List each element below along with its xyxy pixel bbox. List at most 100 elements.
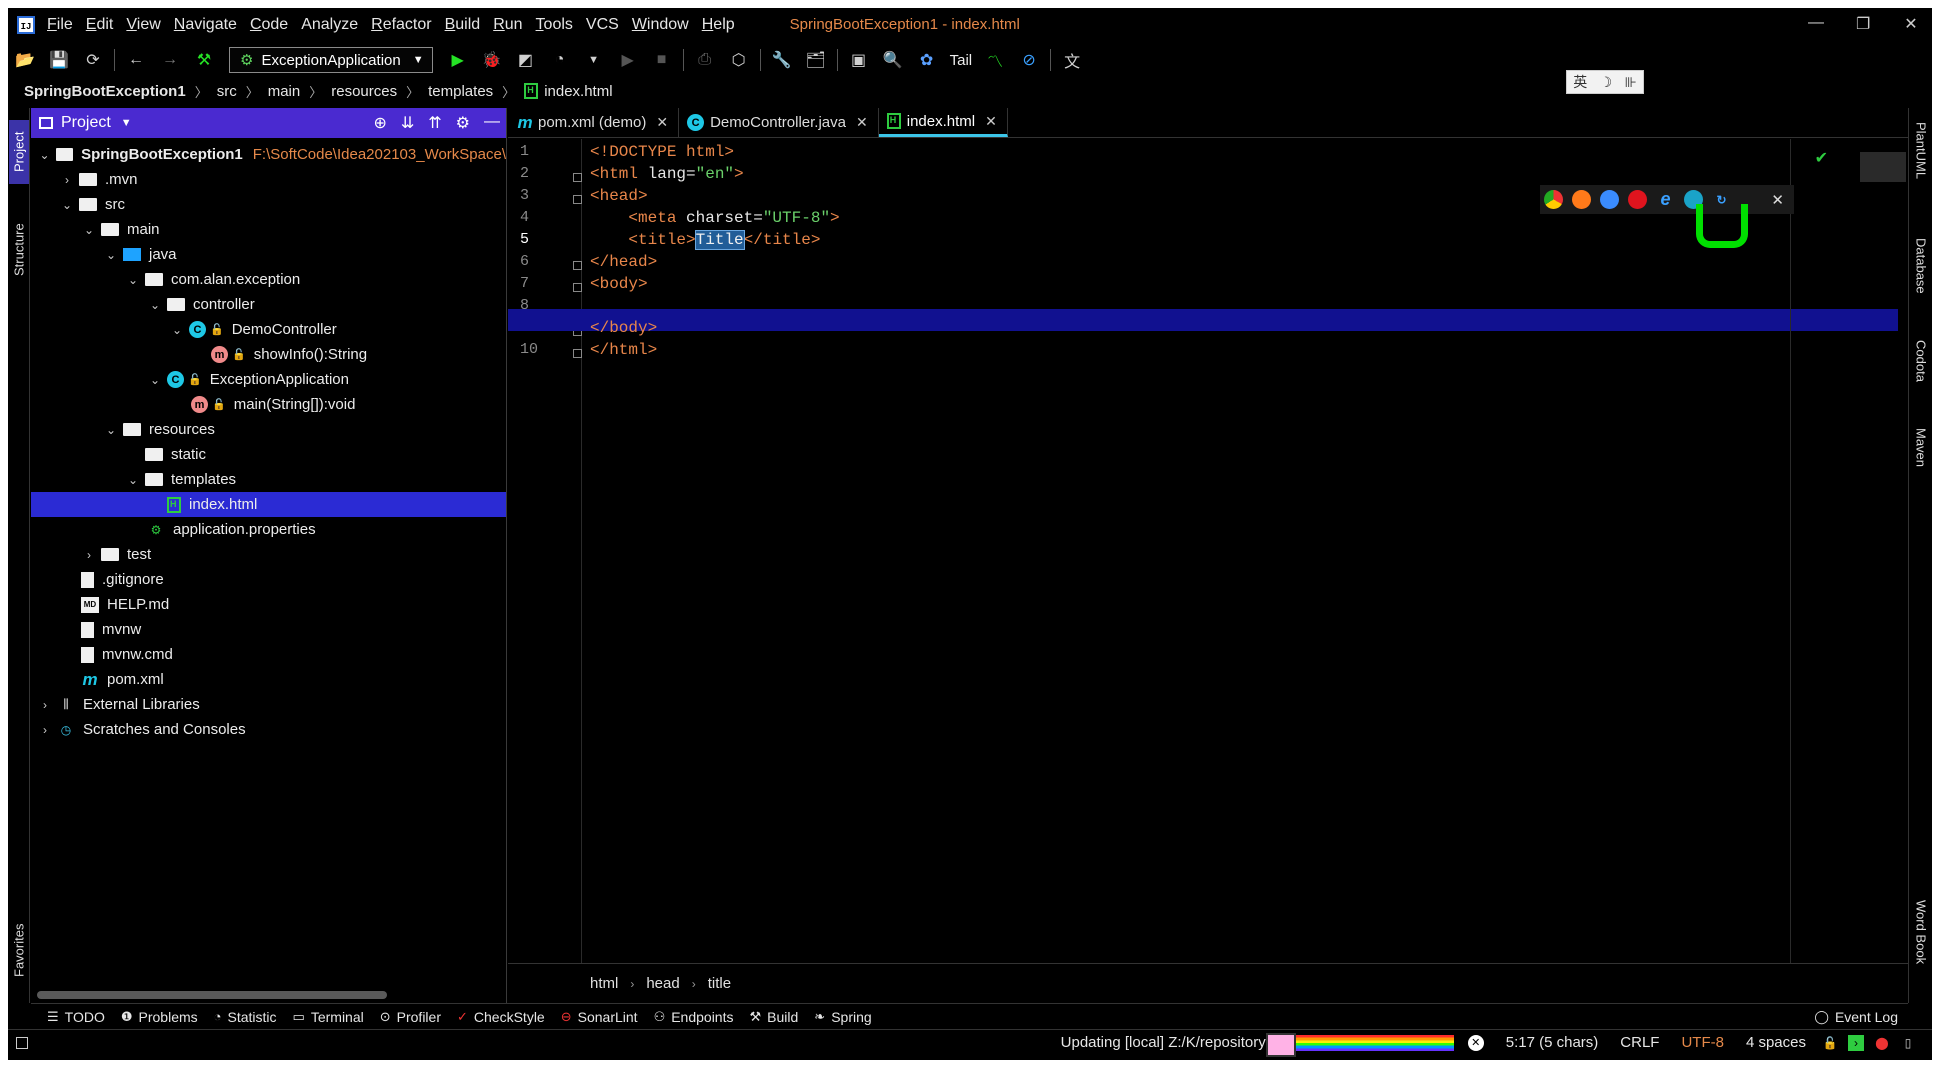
chevron-down-icon[interactable]: ⌄ <box>59 198 75 212</box>
back-arrow-icon[interactable]: ← <box>125 49 147 71</box>
tree-node-democontroller[interactable]: ⌄ C 🔓 DemoController <box>31 317 506 342</box>
menu-file[interactable]: File <box>47 16 73 34</box>
hide-panel-icon[interactable]: — <box>484 113 500 133</box>
tree-node-root[interactable]: ⌄ SpringBootException1 F:\SoftCode\Idea2… <box>31 142 506 167</box>
nav-crumb-resources[interactable]: resources <box>331 83 397 100</box>
nav-crumb-templates[interactable]: templates <box>428 83 493 100</box>
lock-icon[interactable]: 🔓 <box>1822 1035 1838 1051</box>
tree-node-gitignore[interactable]: .gitignore <box>31 567 506 592</box>
chevron-right-icon[interactable]: › <box>59 173 75 187</box>
tree-node-help-md[interactable]: MD HELP.md <box>31 592 506 617</box>
todo-tool-button[interactable]: ☰ TODO <box>47 1009 105 1025</box>
tree-node-mvnw-cmd[interactable]: mvnw.cmd <box>31 642 506 667</box>
search-icon[interactable]: 🔍 <box>882 49 904 71</box>
project-tool-tab[interactable]: Project <box>9 120 29 184</box>
checkstyle-tool-button[interactable]: ✓ CheckStyle <box>457 1009 545 1025</box>
project-view-selector[interactable]: Project <box>61 114 111 132</box>
problems-tool-button[interactable]: ❶ Problems <box>121 1009 198 1025</box>
menu-navigate[interactable]: Navigate <box>174 16 237 34</box>
code-editor[interactable]: <!DOCTYPE html> <html lang="en"> <head> … <box>590 139 1900 963</box>
tree-node-java[interactable]: ⌄ java <box>31 242 506 267</box>
statistic-tool-button[interactable]: ◔ Statistic <box>214 1009 277 1025</box>
menu-tools[interactable]: Tools <box>536 16 573 34</box>
plantuml-tool-tab[interactable]: PlantUML <box>1911 122 1931 208</box>
chevron-right-icon[interactable]: › <box>37 698 53 712</box>
sonarlint-tool-button[interactable]: ⊖ SonarLint <box>561 1009 638 1025</box>
locate-file-icon[interactable]: ⊕ <box>373 113 386 133</box>
panel-settings-gear-icon[interactable]: ⚙ <box>456 113 470 133</box>
tree-node-package[interactable]: ⌄ com.alan.exception <box>31 267 506 292</box>
minimize-icon[interactable]: — <box>1808 14 1824 34</box>
nav-crumb-project[interactable]: SpringBootException1 <box>24 83 186 100</box>
terminal-window-icon[interactable]: ▣ <box>848 49 870 71</box>
chevron-down-icon[interactable]: ⌄ <box>125 473 141 487</box>
event-log-button[interactable]: ◯ Event Log <box>1814 1009 1898 1025</box>
attach-debugger-icon[interactable]: ⎙ <box>694 49 716 71</box>
line-separator-selector[interactable]: CRLF <box>1620 1034 1659 1051</box>
chevron-down-icon[interactable]: ⌄ <box>103 423 119 437</box>
tree-node-showinfo[interactable]: m 🔓 showInfo():String <box>31 342 506 367</box>
firefox-icon[interactable] <box>1572 190 1591 209</box>
tree-node-exceptionapplication[interactable]: ⌄ C 🔓 ExceptionApplication <box>31 367 506 392</box>
chevron-down-icon[interactable]: ⌄ <box>37 148 52 162</box>
caret-position[interactable]: 5:17 (5 chars) <box>1506 1034 1599 1051</box>
chevron-down-icon[interactable]: ⌄ <box>147 298 163 312</box>
nav-crumb-main[interactable]: main <box>268 83 301 100</box>
terminal-plugin-icon[interactable]: › <box>1848 1034 1864 1051</box>
wordbook-tool-tab[interactable]: Word Book <box>1911 900 1931 990</box>
stop-icon[interactable]: ■ <box>651 49 673 71</box>
nav-crumb-src[interactable]: src <box>217 83 237 100</box>
chevron-down-icon[interactable]: ⌄ <box>147 373 163 387</box>
chevron-down-icon[interactable]: ▼ <box>121 117 132 129</box>
open-folder-icon[interactable]: 📂 <box>14 49 36 71</box>
no-problems-check-icon[interactable]: ✔ <box>1815 148 1828 168</box>
tree-node-application-properties[interactable]: ⚙ application.properties <box>31 517 506 542</box>
editor-crumb-html[interactable]: html <box>590 975 618 992</box>
chevron-down-icon[interactable]: ⌄ <box>169 323 185 337</box>
debug-icon[interactable]: 🐞 <box>481 49 503 71</box>
editor-crumb-head[interactable]: head <box>646 975 679 992</box>
close-tab-icon[interactable]: ✕ <box>985 113 997 130</box>
chevron-down-icon[interactable]: ⌄ <box>103 248 119 262</box>
close-tab-icon[interactable]: ✕ <box>856 114 868 131</box>
translate-icon[interactable]: 文 <box>1061 49 1083 71</box>
menu-window[interactable]: Window <box>632 16 689 34</box>
endpoints-tool-button[interactable]: ⚇ Endpoints <box>654 1009 734 1025</box>
menu-view[interactable]: View <box>126 16 160 34</box>
collapse-all-icon[interactable]: ⇈ <box>428 113 441 133</box>
editor-crumb-title[interactable]: title <box>708 975 731 992</box>
tree-node-templates[interactable]: ⌄ templates <box>31 467 506 492</box>
menu-build[interactable]: Build <box>445 16 481 34</box>
restore-icon[interactable]: ❐ <box>1856 14 1870 34</box>
power-save-icon[interactable]: ⊘ <box>1018 49 1040 71</box>
error-icon[interactable]: ⬤ <box>1874 1035 1890 1051</box>
project-structure-icon[interactable]: ⬡ <box>728 49 750 71</box>
fold-marker-icon[interactable] <box>573 195 582 204</box>
internet-explorer-icon[interactable]: e <box>1656 189 1675 209</box>
menu-vcs[interactable]: VCS <box>586 16 619 34</box>
menu-analyze[interactable]: Analyze <box>301 16 358 34</box>
fold-marker-icon[interactable] <box>573 283 582 292</box>
tree-node-pom[interactable]: m pom.xml <box>31 667 506 692</box>
notifications-icon[interactable]: ▯ <box>1900 1035 1916 1051</box>
close-tab-icon[interactable]: ✕ <box>656 114 668 131</box>
tab-index-html[interactable]: index.html ✕ <box>878 108 1008 137</box>
resume-icon[interactable]: ▶ <box>617 49 639 71</box>
chevron-right-icon[interactable]: › <box>81 548 97 562</box>
tree-node-external-libraries[interactable]: › ⫼ External Libraries <box>31 692 506 717</box>
toggle-tool-windows-icon[interactable] <box>16 1036 28 1049</box>
project-structure-folder-icon[interactable]: 🗂 <box>805 49 827 71</box>
chevron-down-icon[interactable]: ⌄ <box>125 273 141 287</box>
coverage-icon[interactable]: ◩ <box>515 49 537 71</box>
expand-all-icon[interactable]: ⇊ <box>401 113 414 133</box>
spring-tool-button[interactable]: ❧ Spring <box>814 1009 871 1025</box>
file-encoding-selector[interactable]: UTF-8 <box>1681 1034 1724 1051</box>
tree-node-main[interactable]: ⌄ main <box>31 217 506 242</box>
tree-node-mvn[interactable]: › .mvn <box>31 167 506 192</box>
more-run-chevron-icon[interactable]: ▼ <box>583 49 605 71</box>
tab-democontroller[interactable]: C DemoController.java ✕ <box>679 108 879 137</box>
cancel-task-icon[interactable]: ✕ <box>1467 1034 1484 1051</box>
build-tool-button[interactable]: ⚒ Build <box>750 1009 799 1025</box>
activity-monitor-icon[interactable]: 〽 <box>984 49 1006 71</box>
profiler-tool-button[interactable]: ⊙ Profiler <box>380 1009 441 1025</box>
